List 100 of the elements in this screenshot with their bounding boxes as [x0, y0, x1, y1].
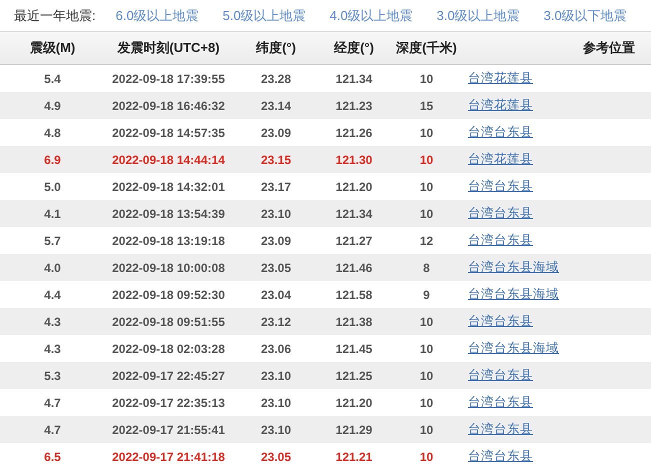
table-cell: 23.10: [260, 206, 292, 220]
table-cell: 121.30: [336, 152, 372, 166]
table-cell: 121.20: [336, 180, 372, 194]
table-cell: 2022-09-17 21:41:18: [112, 450, 225, 464]
column-header: 深度(千米): [396, 40, 457, 56]
table-cell: 10: [420, 152, 434, 166]
filter-label: 最近一年地震:: [14, 6, 96, 25]
table-cell: 121.34: [336, 72, 372, 86]
table-cell: 5.3: [44, 368, 61, 382]
table-cell: 4.1: [44, 206, 61, 220]
location-link[interactable]: 台湾花莲县: [468, 71, 533, 86]
table-cell: 2022-09-18 10:00:08: [112, 260, 225, 274]
table-cell: 23.28: [260, 72, 292, 86]
table-cell: 2022-09-18 14:44:14: [112, 152, 225, 166]
table-cell: 121.46: [336, 260, 372, 274]
table-cell: 4.9: [44, 98, 61, 112]
table-cell: 10: [420, 180, 434, 194]
table-cell: 2022-09-18 17:39:55: [112, 72, 225, 86]
filter-link[interactable]: 3.0级以下地震: [544, 6, 651, 26]
table-cell: 6.9: [44, 152, 61, 166]
location-link[interactable]: 台湾台东县: [468, 314, 533, 328]
table-cell: 121.38: [336, 314, 372, 328]
location-link[interactable]: 台湾台东县海域: [468, 287, 559, 302]
table-cell: 5.7: [44, 234, 61, 248]
filter-link[interactable]: 5.0级以上地震: [222, 6, 330, 26]
location-link[interactable]: 台湾台东县: [468, 449, 533, 464]
table-cell: 2022-09-18 13:19:18: [112, 234, 225, 248]
location-link[interactable]: 台湾台东县: [468, 125, 533, 140]
table-cell: 2022-09-18 14:57:35: [112, 126, 225, 140]
table-cell: 23.05: [260, 260, 292, 274]
table-cell: 10: [420, 126, 434, 140]
table-cell: 2022-09-18 13:54:39: [112, 206, 225, 220]
column-header: 参考位置: [583, 40, 635, 56]
table-cell: 9: [423, 288, 430, 302]
table-cell: 10: [420, 396, 434, 410]
table-cell: 23.10: [260, 368, 292, 382]
table-cell: 6.5: [44, 450, 61, 464]
table-cell: 4.8: [44, 126, 61, 140]
table-cell: 121.20: [336, 396, 372, 410]
table-cell: 121.26: [336, 126, 372, 140]
table-cell: 23.04: [260, 288, 292, 302]
table-cell: 23.06: [260, 342, 292, 356]
table-cell: 23.10: [260, 422, 292, 436]
table-cell: 4.4: [44, 288, 61, 302]
table-cell: 8: [423, 260, 430, 274]
column-header: 发震时刻(UTC+8): [117, 40, 220, 56]
table-cell: 5.0: [44, 180, 61, 194]
location-link[interactable]: 台湾花莲县: [468, 98, 533, 112]
filter-link[interactable]: 6.0级以上地震: [116, 6, 223, 26]
table-cell: 2022-09-18 16:46:32: [112, 98, 225, 112]
location-link[interactable]: 台湾台东县海域: [468, 260, 559, 274]
table-cell: 121.27: [336, 234, 372, 248]
table-cell: 2022-09-18 14:32:01: [112, 180, 225, 194]
table-cell: 23.12: [260, 314, 292, 328]
location-link[interactable]: 台湾台东县: [468, 233, 533, 248]
table-cell: 23.05: [260, 450, 292, 464]
table-cell: 10: [420, 342, 434, 356]
table-cell: 23.17: [260, 180, 292, 194]
column-header: 震级(M): [30, 40, 76, 56]
table-cell: 2022-09-17 22:35:13: [112, 396, 225, 410]
table-cell: 10: [420, 206, 434, 220]
table-cell: 10: [420, 368, 434, 382]
location-link[interactable]: 台湾花莲县: [468, 152, 533, 166]
table-cell: 121.34: [336, 206, 372, 220]
table-cell: 4.7: [44, 396, 61, 410]
table-cell: 10: [420, 72, 434, 86]
table-cell: 23.09: [260, 234, 292, 248]
table-cell: 10: [420, 450, 434, 464]
table-cell: 121.21: [336, 450, 372, 464]
table-cell: 4.3: [44, 342, 61, 356]
table-cell: 23.14: [260, 98, 292, 112]
table-cell: 2022-09-17 22:45:27: [112, 368, 225, 382]
table-cell: 2022-09-18 09:52:30: [112, 288, 225, 302]
filter-link[interactable]: 4.0级以上地震: [330, 6, 437, 26]
table-cell: 2022-09-17 21:55:41: [112, 422, 225, 436]
location-link[interactable]: 台湾台东县: [468, 206, 533, 220]
table-cell: 4.7: [44, 422, 61, 436]
table-cell: 10: [420, 314, 434, 328]
table-cell: 121.45: [336, 342, 372, 356]
table-cell: 121.58: [336, 288, 372, 302]
column-header: 纬度(°): [256, 40, 296, 56]
filter-link[interactable]: 3.0级以上地震: [436, 6, 544, 26]
location-link[interactable]: 台湾台东县: [468, 395, 533, 410]
column-header: 经度(°): [334, 40, 374, 56]
table-cell: 121.29: [336, 422, 372, 436]
table-cell: 23.15: [260, 152, 292, 166]
table-cell: 23.10: [260, 396, 292, 410]
location-link[interactable]: 台湾台东县: [468, 179, 533, 194]
table-cell: 4.3: [44, 314, 61, 328]
table-cell: 4.0: [44, 260, 61, 274]
table-cell: 23.09: [260, 126, 292, 140]
location-link[interactable]: 台湾台东县: [468, 368, 533, 382]
table-cell: 15: [420, 98, 434, 112]
table-cell: 5.4: [44, 72, 61, 86]
location-link[interactable]: 台湾台东县海域: [468, 341, 559, 356]
table-cell: 12: [420, 234, 434, 248]
table-cell: 121.23: [336, 98, 372, 112]
table-cell: 10: [420, 422, 434, 436]
location-link[interactable]: 台湾台东县: [468, 422, 533, 436]
table-cell: 2022-09-18 02:03:28: [112, 342, 225, 356]
